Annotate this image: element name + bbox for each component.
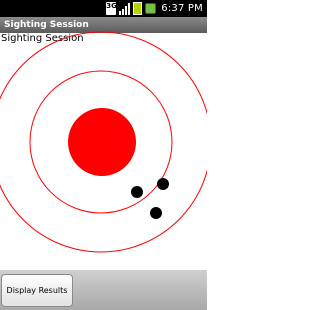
app-title-bar: Sighting Session [0, 17, 207, 33]
shot-marker [150, 207, 162, 219]
battery-icon [133, 2, 143, 15]
signal-strength-icon [119, 2, 131, 15]
session-label: Sighting Session [1, 33, 84, 44]
status-icons: 3G 6:37 PM [106, 1, 203, 16]
app-title: Sighting Session [4, 20, 89, 30]
status-clock: 6:37 PM [161, 3, 203, 14]
charging-icon [145, 3, 157, 14]
display-results-button[interactable]: Display Results [1, 274, 73, 307]
target-bullseye [68, 108, 136, 176]
shot-marker [157, 178, 169, 190]
status-bar: 3G 6:37 PM [0, 0, 207, 17]
network-3g-icon: 3G [106, 2, 117, 15]
shot-marker [131, 186, 143, 198]
target-canvas[interactable] [0, 0, 207, 310]
